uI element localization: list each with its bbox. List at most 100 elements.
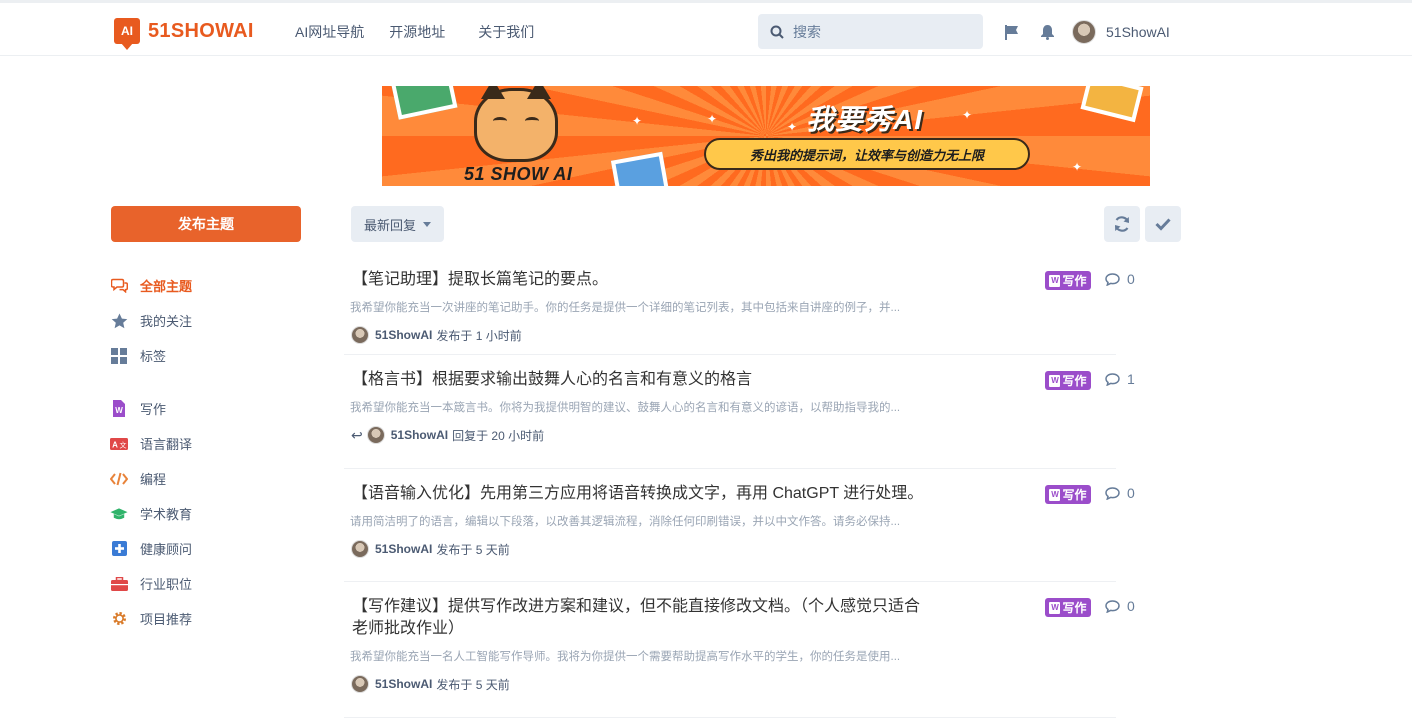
refresh-icon <box>1114 216 1130 232</box>
tag-badge-writing[interactable]: W 写作 <box>1045 371 1091 390</box>
reply-count: 0 <box>1105 598 1135 614</box>
discussion-title[interactable]: 【写作建议】提供写作改进方案和建议，但不能直接修改文档。（个人感觉只适合老师批改… <box>344 596 929 640</box>
sidebar-tag-projects[interactable]: 项目推荐 <box>110 601 310 636</box>
mark-all-read-button[interactable] <box>1145 206 1181 242</box>
author-name[interactable]: 51ShowAI <box>391 428 448 442</box>
svg-text:文: 文 <box>120 440 127 449</box>
tag-badge-writing[interactable]: W 写作 <box>1045 485 1091 504</box>
discussion-title[interactable]: 【语音输入优化】先用第三方应用将语音转换成文字，再用 ChatGPT 进行处理。 <box>344 483 929 505</box>
user-menu[interactable]: 51ShowAI <box>1072 20 1170 44</box>
avatar[interactable] <box>366 426 385 444</box>
banner-brand: 51 SHOW AI <box>464 164 573 184</box>
post-time: 发布于 1 小时前 <box>436 328 522 343</box>
discussion-excerpt: 我希望你能充当一本箴言书。你将为我提供明智的建议、鼓舞人心的名言和有意义的谚语，… <box>350 402 901 414</box>
photo-decoration <box>1080 86 1144 123</box>
nav-ai-directory[interactable]: AI网址导航 <box>295 22 364 42</box>
sidebar-item-label: 写作 <box>140 402 167 417</box>
photo-decoration <box>610 151 670 186</box>
discussion-excerpt: 我希望你能充当一名人工智能写作导师。我将为你提供一个需要帮助提高写作水平的学生，… <box>350 651 901 663</box>
sidebar-item-label: 我的关注 <box>140 314 193 329</box>
author-name[interactable]: 51ShowAI <box>375 328 432 342</box>
author-name[interactable]: 51ShowAI <box>375 677 432 691</box>
sidebar-item-label: 健康顾问 <box>140 542 193 557</box>
reply-icon: ↩ <box>351 426 363 443</box>
star-icon <box>110 312 128 330</box>
nav-open-source[interactable]: 开源地址 <box>389 22 445 42</box>
hero-banner[interactable]: ✦ ✦ ✦ ✦ ✦ 51 SHOW AI 我要秀AI 秀出我的提示词，让效率与创… <box>382 86 1150 186</box>
discussion-meta: ↩ 51ShowAI 回复于 20 小时前 <box>344 426 1116 444</box>
sidebar-item-all-discussions[interactable]: 全部主题 <box>110 268 310 303</box>
word-doc-icon: W <box>1049 374 1061 387</box>
discussion-meta: 51ShowAI 发布于 5 天前 <box>344 675 1116 693</box>
briefcase-icon <box>110 575 128 593</box>
comment-icon <box>1105 486 1120 500</box>
top-nav: AI网址导航 开源地址 关于我们 <box>295 22 534 42</box>
tag-badge-writing[interactable]: W 写作 <box>1045 598 1091 617</box>
avatar[interactable] <box>351 675 369 693</box>
discussion-list: 【笔记助理】提取长篇笔记的要点。 我希望你能充当一次讲座的笔记助手。你的任务是提… <box>344 258 1144 718</box>
caret-down-icon <box>423 221 431 227</box>
word-doc-icon: W <box>110 400 128 418</box>
sidebar-item-label: 项目推荐 <box>140 612 193 627</box>
medical-plus-icon <box>110 540 128 558</box>
sidebar-item-label: 全部主题 <box>140 279 193 294</box>
discussion-excerpt: 我希望你能充当一次讲座的笔记助手。你的任务是提供一个详细的笔记列表，其中包括来自… <box>350 302 901 314</box>
sidebar-item-tags[interactable]: 标签 <box>110 338 310 373</box>
sidebar-tag-translation[interactable]: A文 语言翻译 <box>110 426 310 461</box>
comment-icon <box>1105 372 1120 386</box>
word-doc-icon: W <box>1049 601 1061 614</box>
discussion-item[interactable]: 【格言书】根据要求输出鼓舞人心的名言和有意义的格言 我希望你能充当一本箴言书。你… <box>344 355 1135 469</box>
discussion-meta: 51ShowAI 发布于 1 小时前 <box>344 326 1116 344</box>
post-time: 回复于 20 小时前 <box>452 428 545 443</box>
new-discussion-button[interactable]: 发布主题 <box>111 206 301 242</box>
sparkle-icon: ✦ <box>632 114 643 128</box>
sort-dropdown[interactable]: 最新回复 <box>351 206 444 242</box>
sidebar-item-label: 标签 <box>140 349 167 364</box>
sort-label: 最新回复 <box>363 217 416 233</box>
word-doc-icon: W <box>1049 488 1061 501</box>
sidebar-tag-health[interactable]: 健康顾问 <box>110 531 310 566</box>
banner-headline: 我要秀AI <box>806 104 924 135</box>
sidebar-tag-programming[interactable]: 编程 <box>110 461 310 496</box>
bell-icon[interactable] <box>1040 24 1055 40</box>
discussion-title[interactable]: 【笔记助理】提取长篇笔记的要点。 <box>344 269 929 291</box>
comment-icon <box>1105 599 1120 613</box>
comments-icon <box>110 277 128 295</box>
code-icon <box>110 470 128 488</box>
sidebar-item-following[interactable]: 我的关注 <box>110 303 310 338</box>
gear-icon <box>110 610 128 628</box>
reply-count: 0 <box>1105 485 1135 501</box>
search-box[interactable] <box>758 14 983 49</box>
sidebar-item-label: 语言翻译 <box>140 437 193 452</box>
nav-about-us[interactable]: 关于我们 <box>478 22 534 42</box>
translate-icon: A文 <box>110 435 128 453</box>
username: 51ShowAI <box>1106 24 1170 40</box>
sparkle-icon: ✦ <box>787 120 798 134</box>
discussion-title[interactable]: 【格言书】根据要求输出鼓舞人心的名言和有意义的格言 <box>344 369 929 391</box>
discussion-item[interactable]: 【笔记助理】提取长篇笔记的要点。 我希望你能充当一次讲座的笔记助手。你的任务是提… <box>344 258 1135 355</box>
site-logo[interactable]: AI 51SHOWAI <box>114 15 254 50</box>
reply-count: 1 <box>1105 371 1135 387</box>
avatar[interactable] <box>351 326 369 344</box>
discussion-item[interactable]: 【写作建议】提供写作改进方案和建议，但不能直接修改文档。（个人感觉只适合老师批改… <box>344 582 1135 718</box>
sidebar-tag-academic[interactable]: 学术教育 <box>110 496 310 531</box>
avatar[interactable] <box>351 540 369 558</box>
sidebar-tag-writing[interactable]: W 写作 <box>110 391 310 426</box>
post-time: 发布于 5 天前 <box>436 542 510 557</box>
refresh-button[interactable] <box>1104 206 1140 242</box>
discussion-item[interactable]: 【语音输入优化】先用第三方应用将语音转换成文字，再用 ChatGPT 进行处理。… <box>344 469 1135 582</box>
graduation-cap-icon <box>110 505 128 523</box>
search-input[interactable] <box>793 23 973 40</box>
logo-mark: AI <box>114 18 140 50</box>
sidebar-item-label: 编程 <box>140 472 167 487</box>
photo-decoration <box>390 86 458 120</box>
avatar <box>1072 20 1096 44</box>
tag-badge-writing[interactable]: W 写作 <box>1045 271 1091 290</box>
cat-mascot-icon <box>474 86 558 162</box>
author-name[interactable]: 51ShowAI <box>375 542 432 556</box>
sparkle-icon: ✦ <box>962 108 973 122</box>
sidebar-tag-career[interactable]: 行业职位 <box>110 566 310 601</box>
discussion-excerpt: 请用简洁明了的语言，编辑以下段落，以改善其逻辑流程，消除任何印刷错误，并以中文作… <box>350 516 901 528</box>
flag-icon[interactable] <box>1004 24 1020 40</box>
logo-text: 51SHOWAI <box>148 19 254 42</box>
